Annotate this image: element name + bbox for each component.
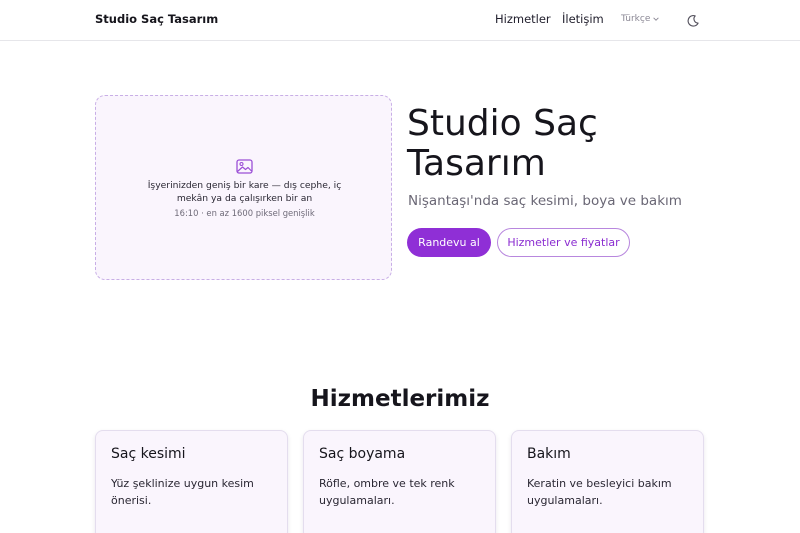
service-card-text: Yüz şeklinize uygun kesim önerisi. xyxy=(111,477,254,507)
theme-toggle-button[interactable] xyxy=(686,13,700,27)
service-card-sac-boyama: Saç boyama Röfle, ombre ve tek renk uygu… xyxy=(303,430,496,533)
service-card-title: Bakım xyxy=(527,446,571,462)
placeholder-spec: 16:10 · en az 1600 piksel genişlik xyxy=(174,208,315,218)
brand-logo-text[interactable]: Studio Saç Tasarım xyxy=(95,12,218,26)
hero-title: Studio Saç Tasarım xyxy=(407,103,598,184)
service-card-title: Saç boyama xyxy=(319,446,406,462)
service-card-sac-kesimi: Saç kesimi Yüz şeklinize uygun kesim öne… xyxy=(95,430,288,533)
service-card-text: Keratin ve besleyici bakım uygulamaları. xyxy=(527,477,672,507)
book-appointment-button[interactable]: Randevu al xyxy=(407,228,491,257)
service-card-text: Röfle, ombre ve tek renk uygulamaları. xyxy=(319,477,455,507)
language-selector[interactable]: Türkçe xyxy=(621,14,660,24)
nav-link-hizmetler[interactable]: Hizmetler xyxy=(495,12,551,26)
top-navbar: Studio Saç Tasarım Hizmetler İletişim Tü… xyxy=(0,0,800,41)
service-card-title: Saç kesimi xyxy=(111,446,186,462)
services-title: Hizmetlerimiz xyxy=(310,386,490,412)
chevron-down-icon xyxy=(653,17,660,21)
language-label: Türkçe xyxy=(621,14,651,24)
services-and-prices-button[interactable]: Hizmetler ve fiyatlar xyxy=(497,228,630,257)
nav-link-iletisim[interactable]: İletişim xyxy=(562,12,604,26)
placeholder-description: İşyerinizden geniş bir kare — dış cephe,… xyxy=(147,180,342,204)
moon-icon xyxy=(687,15,699,27)
hero-subtitle: Nişantaşı'nda saç kesimi, boya ve bakım xyxy=(408,193,682,209)
hero-image-placeholder: İşyerinizden geniş bir kare — dış cephe,… xyxy=(95,95,392,280)
image-icon xyxy=(236,159,253,174)
service-card-bakim: Bakım Keratin ve besleyici bakım uygulam… xyxy=(511,430,704,533)
